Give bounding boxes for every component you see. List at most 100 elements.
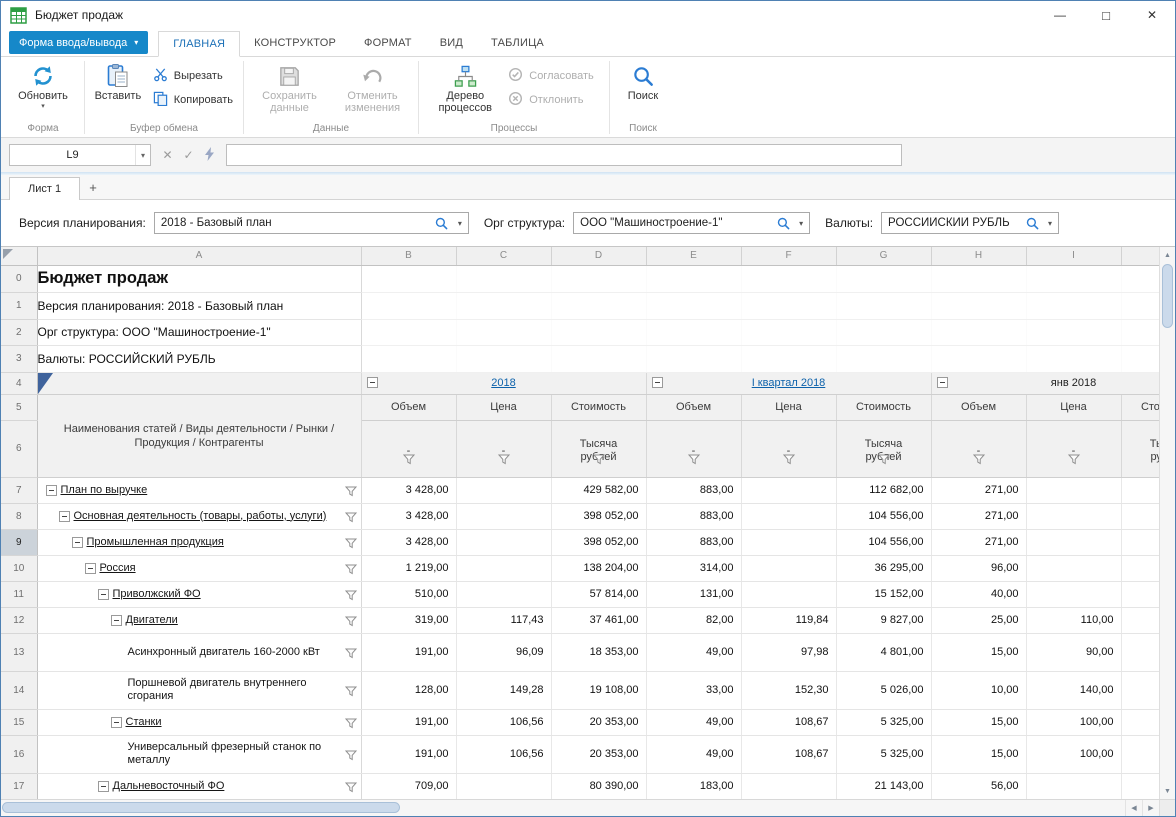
- filter-funnel-icon[interactable]: [1068, 454, 1080, 468]
- data-cell[interactable]: 100,00: [1026, 735, 1121, 773]
- data-cell[interactable]: [741, 581, 836, 607]
- filter-funnel-icon[interactable]: [403, 454, 415, 468]
- collapse-icon[interactable]: [937, 377, 948, 388]
- collapse-icon[interactable]: [98, 589, 109, 600]
- data-cell[interactable]: 128,00: [361, 671, 456, 709]
- column-header-B[interactable]: B: [361, 247, 456, 265]
- data-cell[interactable]: 56,00: [931, 773, 1026, 799]
- org-structure-combo[interactable]: ООО "Машиностроение-1" ▾: [573, 212, 810, 234]
- close-button[interactable]: ✕: [1129, 1, 1175, 29]
- data-cell[interactable]: 119,84: [741, 607, 836, 633]
- copy-button[interactable]: Копировать: [147, 89, 239, 111]
- row-header-1[interactable]: 1: [1, 292, 37, 319]
- data-cell[interactable]: 21 143,00: [836, 773, 931, 799]
- data-cell[interactable]: [1121, 671, 1159, 709]
- data-cell[interactable]: 108,67: [741, 709, 836, 735]
- scroll-up-button[interactable]: ▲: [1160, 247, 1175, 263]
- data-cell[interactable]: 883,00: [646, 477, 741, 503]
- save-data-button[interactable]: Сохранить данные: [248, 60, 331, 123]
- empty-cell[interactable]: [741, 319, 836, 345]
- data-cell[interactable]: 140,00: [1026, 671, 1121, 709]
- info-cell-0[interactable]: Бюджет продаж: [37, 265, 361, 292]
- collapse-icon[interactable]: [85, 563, 96, 574]
- row-header-6[interactable]: 6: [1, 420, 37, 477]
- data-cell[interactable]: 57 814,00: [551, 581, 646, 607]
- data-cell[interactable]: 40,00: [931, 581, 1026, 607]
- empty-cell[interactable]: [456, 292, 551, 319]
- filter-funnel-icon[interactable]: [593, 454, 605, 468]
- data-cell[interactable]: 36 295,00: [836, 555, 931, 581]
- paste-button[interactable]: Вставить: [89, 60, 147, 123]
- data-cell[interactable]: 15,00: [931, 633, 1026, 671]
- data-cell[interactable]: 131,00: [646, 581, 741, 607]
- data-cell[interactable]: 33,00: [646, 671, 741, 709]
- data-cell[interactable]: [1026, 581, 1121, 607]
- empty-cell[interactable]: [456, 319, 551, 345]
- row-label-cell[interactable]: Станки: [37, 709, 361, 735]
- empty-cell[interactable]: [836, 319, 931, 345]
- data-cell[interactable]: 18 353,00: [551, 633, 646, 671]
- row-header-9[interactable]: 9: [1, 529, 37, 555]
- data-cell[interactable]: [1026, 773, 1121, 799]
- collapse-icon[interactable]: [98, 781, 109, 792]
- data-cell[interactable]: 15 152,00: [836, 581, 931, 607]
- row-label-cell[interactable]: Двигатели: [37, 607, 361, 633]
- collapse-icon[interactable]: [72, 537, 83, 548]
- filter-funnel-icon[interactable]: [878, 454, 890, 468]
- data-cell[interactable]: [1121, 735, 1159, 773]
- data-cell[interactable]: 100,00: [1026, 709, 1121, 735]
- collapse-icon[interactable]: [111, 717, 122, 728]
- collapse-icon[interactable]: [59, 511, 70, 522]
- data-cell[interactable]: 138 204,00: [551, 555, 646, 581]
- row-label-cell[interactable]: Промышленная продукция: [37, 529, 361, 555]
- row-header-16[interactable]: 16: [1, 735, 37, 773]
- filter-funnel-icon[interactable]: [345, 484, 357, 502]
- data-cell[interactable]: 149,28: [456, 671, 551, 709]
- refresh-button[interactable]: Обновить ▾: [8, 60, 78, 123]
- data-cell[interactable]: 510,00: [361, 581, 456, 607]
- data-cell[interactable]: 3 428,00: [361, 477, 456, 503]
- select-all-corner[interactable]: [1, 247, 37, 265]
- area-marker-cell[interactable]: [37, 372, 361, 394]
- data-cell[interactable]: 5 325,00: [836, 709, 931, 735]
- empty-cell[interactable]: [456, 265, 551, 292]
- search-icon[interactable]: [432, 217, 452, 230]
- tab-table[interactable]: ТАБЛИЦА: [477, 31, 558, 56]
- row-header-12[interactable]: 12: [1, 607, 37, 633]
- approve-button[interactable]: Согласовать: [502, 65, 599, 87]
- data-cell[interactable]: 314,00: [646, 555, 741, 581]
- empty-cell[interactable]: [931, 292, 1026, 319]
- horizontal-scroll-track[interactable]: [1, 800, 1125, 816]
- maximize-button[interactable]: □: [1083, 1, 1129, 29]
- data-cell[interactable]: [741, 555, 836, 581]
- empty-cell[interactable]: [931, 319, 1026, 345]
- row-header-17[interactable]: 17: [1, 773, 37, 799]
- data-cell[interactable]: [1026, 503, 1121, 529]
- row-label[interactable]: Основная деятельность (товары, работы, у…: [74, 510, 327, 523]
- info-cell-3[interactable]: Валюты: РОССИЙСКИЙ РУБЛЬ: [37, 345, 361, 372]
- column-header-A[interactable]: A: [37, 247, 361, 265]
- scroll-right-button[interactable]: ▶: [1142, 800, 1159, 816]
- version-combo[interactable]: 2018 - Базовый план ▾: [154, 212, 469, 234]
- data-cell[interactable]: [1121, 529, 1159, 555]
- empty-cell[interactable]: [1026, 319, 1121, 345]
- column-header-E[interactable]: E: [646, 247, 741, 265]
- data-cell[interactable]: [1121, 555, 1159, 581]
- add-sheet-button[interactable]: +: [80, 176, 106, 199]
- empty-cell[interactable]: [646, 345, 741, 372]
- data-cell[interactable]: [741, 477, 836, 503]
- data-cell[interactable]: 106,56: [456, 709, 551, 735]
- column-header-C[interactable]: C: [456, 247, 551, 265]
- data-cell[interactable]: 271,00: [931, 477, 1026, 503]
- row-label-cell[interactable]: Асинхронный двигатель 160-2000 кВт: [37, 633, 361, 671]
- row-header-10[interactable]: 10: [1, 555, 37, 581]
- row-label-cell[interactable]: Поршневой двигатель внутреннего сгорания: [37, 671, 361, 709]
- filter-funnel-icon[interactable]: [783, 454, 795, 468]
- sheet-tab[interactable]: Лист 1: [9, 177, 80, 200]
- data-cell[interactable]: [1121, 607, 1159, 633]
- data-cell[interactable]: 49,00: [646, 633, 741, 671]
- empty-cell[interactable]: [836, 265, 931, 292]
- filter-funnel-icon[interactable]: [345, 614, 357, 632]
- row-label[interactable]: Россия: [100, 562, 136, 575]
- formula-input[interactable]: [226, 144, 902, 166]
